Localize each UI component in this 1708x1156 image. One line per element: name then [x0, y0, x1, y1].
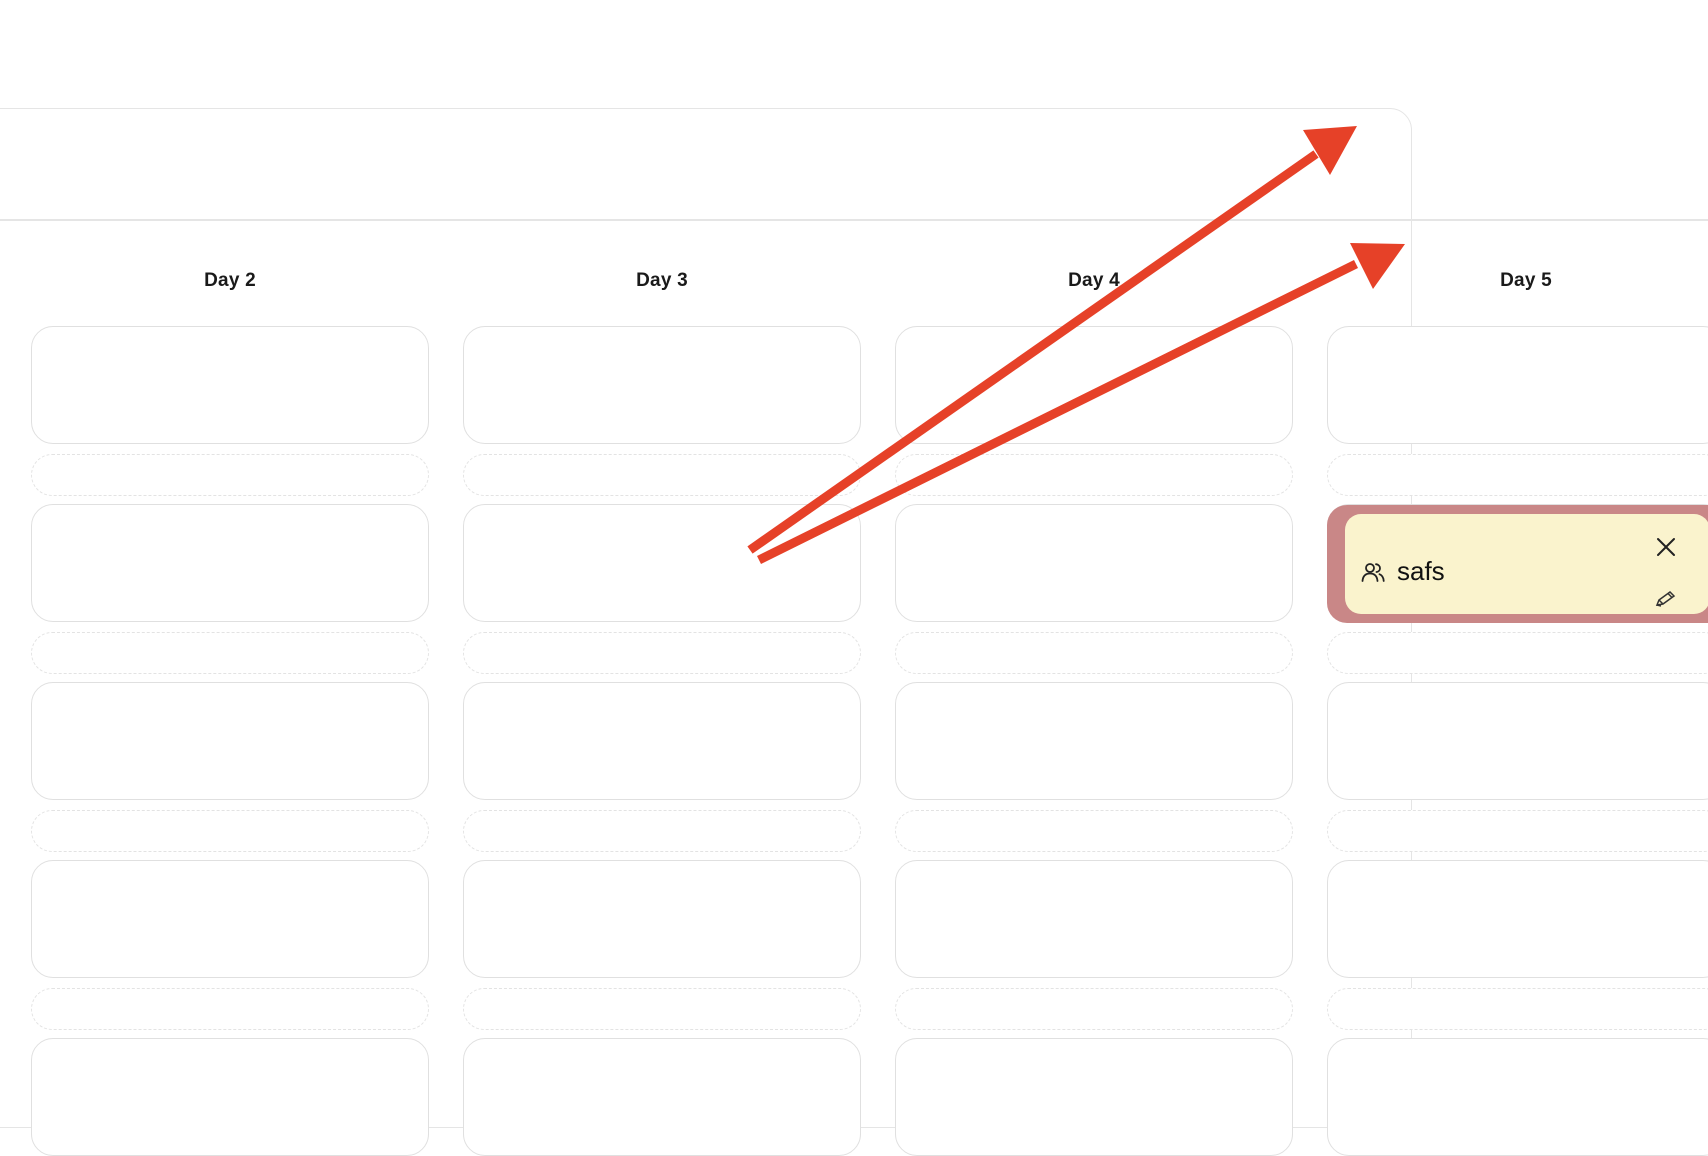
drop-zone[interactable]: [463, 988, 861, 1030]
day-header-2: Day 2: [204, 270, 256, 291]
time-slot[interactable]: [463, 1038, 861, 1156]
time-slot[interactable]: [895, 326, 1293, 444]
drop-zone[interactable]: [895, 632, 1293, 674]
close-icon[interactable]: [1655, 536, 1677, 558]
people-icon: [1361, 563, 1385, 582]
time-slot[interactable]: [463, 682, 861, 800]
drop-zone[interactable]: [895, 454, 1293, 496]
drop-zone[interactable]: [895, 810, 1293, 852]
event-card[interactable]: safs: [1345, 514, 1708, 614]
time-slot[interactable]: [463, 860, 861, 978]
time-slot[interactable]: [31, 326, 429, 444]
panel-header-divider: [0, 219, 1411, 221]
pencil-icon[interactable]: [1655, 590, 1677, 608]
time-slot[interactable]: [463, 504, 861, 622]
time-slot[interactable]: [31, 682, 429, 800]
time-slot[interactable]: [31, 860, 429, 978]
time-slot[interactable]: [31, 1038, 429, 1156]
time-slot[interactable]: [895, 1038, 1293, 1156]
time-slot[interactable]: [895, 860, 1293, 978]
drop-zone[interactable]: [31, 988, 429, 1030]
time-slot[interactable]: [1327, 860, 1708, 978]
drop-zone[interactable]: [31, 632, 429, 674]
drop-zone[interactable]: [1327, 454, 1708, 496]
drop-zone[interactable]: [463, 632, 861, 674]
time-slot[interactable]: [1327, 1038, 1708, 1156]
day-header-5: Day 5: [1500, 270, 1552, 291]
drop-zone[interactable]: [895, 988, 1293, 1030]
time-slot[interactable]: [31, 504, 429, 622]
time-slot[interactable]: [1327, 326, 1708, 444]
time-slot[interactable]: [1327, 682, 1708, 800]
drop-zone[interactable]: [1327, 810, 1708, 852]
day-header-3: Day 3: [636, 270, 688, 291]
drop-zone[interactable]: [463, 454, 861, 496]
header-divider: [1411, 219, 1708, 221]
drop-zone[interactable]: [1327, 632, 1708, 674]
time-slot[interactable]: [463, 326, 861, 444]
event-title: safs: [1397, 556, 1445, 586]
drop-zone[interactable]: [463, 810, 861, 852]
day-header-4: Day 4: [1068, 270, 1120, 291]
drop-zone[interactable]: [31, 454, 429, 496]
drop-zone[interactable]: [1327, 988, 1708, 1030]
drop-zone[interactable]: [31, 810, 429, 852]
time-slot[interactable]: [895, 682, 1293, 800]
time-slot[interactable]: [895, 504, 1293, 622]
